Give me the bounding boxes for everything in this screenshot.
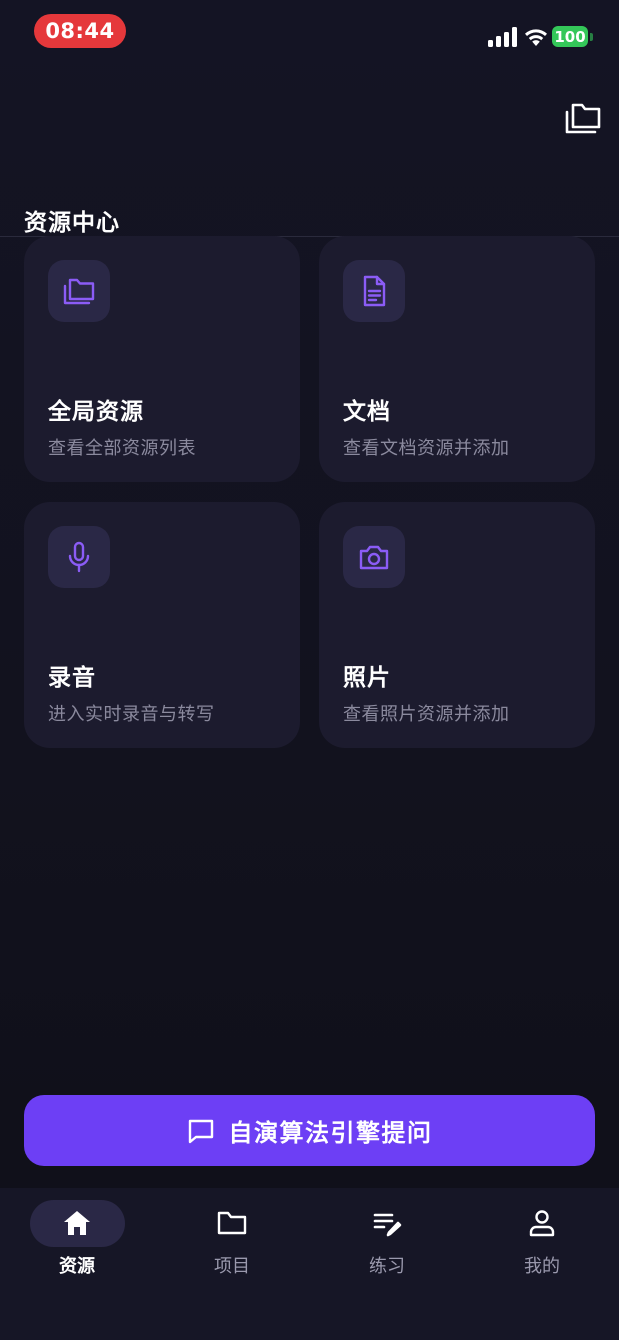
card-subtitle: 查看全部资源列表 [48, 438, 196, 459]
folders-icon [63, 278, 95, 305]
card-subtitle: 进入实时录音与转写 [48, 704, 215, 725]
nav-item-mine[interactable]: 我的 [465, 1188, 619, 1298]
nav-item-resources[interactable]: 资源 [0, 1188, 154, 1298]
ask-engine-button[interactable]: 自演算法引擎提问 [24, 1095, 595, 1166]
nav-item-practice[interactable]: 练习 [310, 1188, 464, 1298]
screen: 08:44 100 资源中心 全局资源 查看全部资源列表 文档 查看文档资源并添… [0, 0, 619, 1340]
folders-icon[interactable] [564, 100, 602, 136]
card-icon-container [48, 260, 110, 322]
edit-list-icon [373, 1213, 402, 1237]
card-title: 文档 [343, 399, 391, 425]
card-icon-container [343, 526, 405, 588]
status-bar: 08:44 100 [0, 0, 619, 60]
card-documents[interactable]: 文档 查看文档资源并添加 [319, 236, 595, 482]
cellular-signal-icon [488, 27, 517, 47]
page-title: 资源中心 [24, 210, 120, 236]
nav-item-projects[interactable]: 项目 [155, 1188, 309, 1298]
card-title: 全局资源 [48, 399, 144, 425]
card-title: 录音 [48, 665, 96, 691]
home-icon [64, 1211, 90, 1235]
nav-label: 练习 [369, 1256, 405, 1277]
card-icon-container [48, 526, 110, 588]
wifi-icon [525, 29, 547, 46]
nav-label: 我的 [524, 1256, 560, 1277]
card-recording[interactable]: 录音 进入实时录音与转写 [24, 502, 300, 748]
folder-icon [217, 1211, 247, 1235]
nav-label: 资源 [59, 1256, 95, 1277]
bottom-nav: 资源 项目 练习 我的 [0, 1188, 619, 1340]
camera-icon [359, 545, 389, 570]
status-time: 08:44 [34, 14, 126, 48]
battery-indicator: 100 [552, 26, 588, 47]
card-global-resources[interactable]: 全局资源 查看全部资源列表 [24, 236, 300, 482]
card-subtitle: 查看照片资源并添加 [343, 704, 510, 725]
card-subtitle: 查看文档资源并添加 [343, 438, 510, 459]
ask-button-label: 自演算法引擎提问 [228, 1119, 433, 1147]
microphone-icon [68, 541, 90, 573]
chat-bubble-icon [188, 1119, 213, 1143]
user-icon [529, 1210, 555, 1237]
card-icon-container [343, 260, 405, 322]
nav-label: 项目 [214, 1256, 250, 1277]
card-photos[interactable]: 照片 查看照片资源并添加 [319, 502, 595, 748]
document-icon [363, 275, 386, 307]
card-title: 照片 [343, 665, 391, 691]
battery-cap [590, 33, 593, 41]
